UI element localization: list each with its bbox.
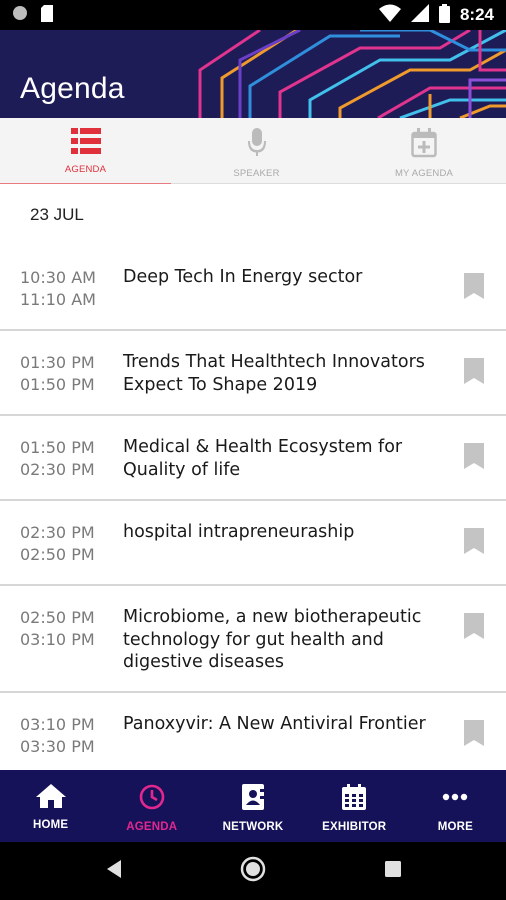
session-end-time: 11:10 AM — [20, 290, 96, 309]
back-button[interactable] — [84, 842, 144, 900]
nav-exhibitor[interactable]: EXHIBITOR — [304, 770, 405, 842]
page-title: Agenda — [20, 72, 125, 105]
session-times: 01:50 PM 02:30 PM — [20, 437, 95, 481]
status-time: 8:24 — [459, 5, 494, 24]
sim-card-icon — [40, 4, 54, 26]
session-end-time: 01:50 PM — [20, 375, 95, 394]
contact-card-icon — [242, 784, 264, 814]
session-title: Medical & Health Ecosystem for Quality o… — [123, 437, 403, 480]
battery-icon — [438, 3, 450, 27]
nav-more-label: MORE — [437, 821, 474, 833]
bottom-navigation: HOME AGENDA NETWORK EXHIBITOR MORE — [0, 770, 506, 842]
bookmark-icon[interactable] — [464, 443, 484, 473]
tab-my-agenda[interactable]: MY AGENDA — [342, 118, 506, 184]
nav-exhibitor-label: EXHIBITOR — [322, 821, 387, 833]
session-title: Trends That Healthtech Innovators Expect… — [123, 352, 425, 395]
tab-my-agenda-label: MY AGENDA — [394, 168, 454, 179]
session-title: Microbiome, a new biotherapeutic technol… — [123, 607, 422, 672]
bookmark-icon[interactable] — [464, 720, 484, 750]
session-end-time: 03:10 PM — [20, 630, 95, 649]
calendar-add-icon — [411, 128, 437, 162]
nav-network-label: NETWORK — [222, 821, 284, 833]
session-end-time: 02:30 PM — [20, 460, 95, 479]
session-title: Panoxyvir: A New Antiviral Frontier — [123, 714, 426, 734]
notification-dot-icon — [12, 5, 28, 25]
home-button[interactable] — [223, 842, 283, 900]
bookmark-icon[interactable] — [464, 358, 484, 388]
tab-agenda[interactable]: AGENDA — [0, 118, 171, 185]
bookmark-icon[interactable] — [464, 273, 484, 303]
nav-network[interactable]: NETWORK — [202, 770, 303, 842]
session-item[interactable]: 10:30 AM 11:10 AM Deep Tech In Energy se… — [0, 246, 506, 331]
session-start-time: 01:30 PM — [20, 353, 95, 372]
app-screen: 8:24 Agenda AGENDA SPEAKER MY AGENDA 23 … — [0, 0, 506, 900]
cellular-signal-icon — [410, 4, 429, 26]
session-times: 10:30 AM 11:10 AM — [20, 267, 96, 311]
status-bar: 8:24 — [0, 0, 506, 30]
session-start-time: 10:30 AM — [20, 268, 96, 287]
microphone-icon — [246, 128, 268, 162]
more-dots-icon — [442, 784, 468, 814]
recents-button[interactable] — [363, 842, 423, 900]
session-item[interactable]: 02:30 PM 02:50 PM hospital intrapreneura… — [0, 501, 506, 586]
session-start-time: 01:50 PM — [20, 438, 95, 457]
session-times: 01:30 PM 01:50 PM — [20, 352, 95, 396]
date-header: 23 JUL — [30, 205, 84, 224]
session-item[interactable]: 03:10 PM 03:30 PM Panoxyvir: A New Antiv… — [0, 693, 506, 770]
bookmark-icon[interactable] — [464, 528, 484, 558]
calendar-grid-icon — [342, 784, 367, 814]
session-item[interactable]: 02:50 PM 03:10 PM Microbiome, a new biot… — [0, 586, 506, 693]
session-start-time: 02:30 PM — [20, 523, 95, 542]
session-start-time: 03:10 PM — [20, 715, 95, 734]
wifi-icon — [378, 4, 401, 26]
nav-agenda[interactable]: AGENDA — [101, 770, 202, 842]
session-item[interactable]: 01:30 PM 01:50 PM Trends That Healthtech… — [0, 331, 506, 416]
tab-agenda-label: AGENDA — [64, 164, 107, 175]
nav-more[interactable]: MORE — [405, 770, 506, 842]
session-times: 02:50 PM 03:10 PM — [20, 607, 95, 651]
nav-agenda-label: AGENDA — [126, 821, 178, 833]
session-times: 03:10 PM 03:30 PM — [20, 714, 95, 758]
tab-speaker[interactable]: SPEAKER — [171, 118, 342, 184]
session-end-time: 02:50 PM — [20, 545, 95, 564]
home-circle-icon — [240, 856, 266, 886]
session-title: hospital intrapreneuraship — [123, 522, 355, 542]
tab-speaker-label: SPEAKER — [233, 168, 280, 179]
bookmark-icon[interactable] — [464, 613, 484, 643]
session-title: Deep Tech In Energy sector — [123, 267, 363, 287]
session-start-time: 02:50 PM — [20, 608, 95, 627]
list-icon — [70, 128, 101, 158]
system-navigation-bar — [0, 842, 506, 900]
nav-home-label: HOME — [32, 819, 69, 831]
app-header: Agenda — [0, 30, 506, 118]
session-times: 02:30 PM 02:50 PM — [20, 522, 95, 566]
agenda-tabs: AGENDA SPEAKER MY AGENDA — [0, 118, 506, 185]
session-end-time: 03:30 PM — [20, 737, 95, 756]
clock-icon — [139, 784, 165, 814]
back-triangle-icon — [105, 859, 123, 883]
nav-home[interactable]: HOME — [0, 770, 101, 842]
agenda-list: 23 JUL 10:30 AM 11:10 AM Deep Tech In En… — [0, 184, 506, 770]
home-icon — [35, 784, 66, 812]
session-item[interactable]: 01:50 PM 02:30 PM Medical & Health Ecosy… — [0, 416, 506, 501]
recents-square-icon — [385, 861, 401, 881]
